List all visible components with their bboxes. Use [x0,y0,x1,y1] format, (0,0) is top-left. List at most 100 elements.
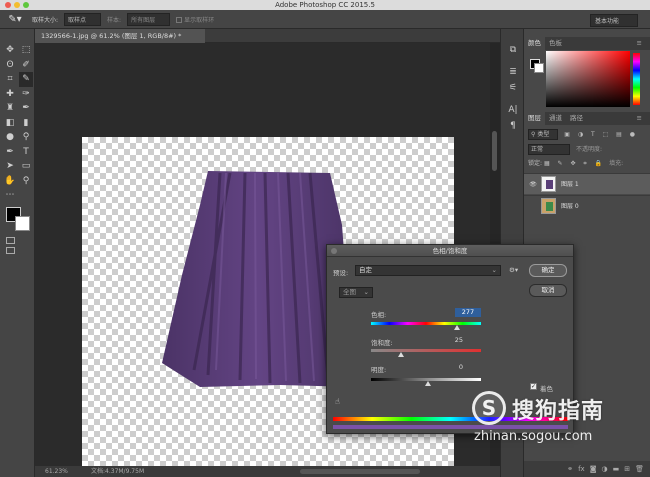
adjustment-layer-icon[interactable]: ◑ [602,465,608,473]
tool-options-bar: ✎▾ 取样大小: 取样点 样本: 所有图层 显示取样环 基本功能 [0,10,650,29]
layer-filter-icons[interactable]: ▣ ◑ T ⬚ ▤ ● [564,131,638,138]
horizontal-scroll-thumb[interactable] [300,469,420,474]
vertical-scroll-thumb[interactable] [492,131,497,171]
document-size-info[interactable]: 文档:4.37M/9.75M [91,466,144,477]
hue-slider-bar[interactable] [633,53,640,105]
clone-stamp-tool-icon[interactable]: ♜ [3,101,17,116]
pen-tool-icon[interactable]: ✒ [3,145,17,160]
crop-tool-icon[interactable]: ⌗ [3,72,17,87]
layer-row[interactable]: 👁 图层 1 [524,173,650,194]
preset-options-gear-icon[interactable]: ⚙▾ [509,266,518,274]
tab-swatches[interactable]: 色板 [545,37,566,50]
show-ring-checkbox[interactable] [176,17,183,23]
add-mask-icon[interactable]: ◙ [590,465,597,473]
lasso-tool-icon[interactable]: ʘ [3,58,17,73]
dialog-title: 色相/饱和度 [327,245,573,257]
layer-thumbnail[interactable] [541,198,556,214]
panel-background-swatch[interactable] [534,63,544,73]
layer-thumbnail[interactable] [541,176,556,192]
dodge-tool-icon[interactable]: ⚲ [19,130,33,145]
lock-row: 锁定: ▦ ✎ ✥ ⌗ 🔒 填充: [524,158,650,170]
more-tools-icon[interactable]: ⋯ [3,188,17,203]
hue-value-input[interactable]: 277 [455,308,481,317]
hand-tool-icon[interactable]: ✋ [3,174,17,189]
show-sampling-ring-option[interactable]: 显示取样环 [176,15,214,24]
sample-size-label: 取样大小: [32,16,59,24]
ok-button[interactable]: 确定 [529,264,567,277]
quick-select-tool-icon[interactable]: ✐ [19,58,33,73]
background-color-swatch[interactable] [15,216,30,231]
watermark-url: zhinan.sogou.com [474,429,593,444]
layers-menu-icon[interactable]: ≡ [633,112,646,125]
type-tool-icon[interactable]: T [19,145,33,160]
workspace-switcher[interactable]: 基本功能 [589,14,638,27]
saturation-value-input[interactable]: 25 [437,336,463,345]
fill-label: 填充: [609,160,624,167]
layer-style-icon[interactable]: fx [578,465,585,473]
character-panel-icon[interactable]: A| [505,103,521,117]
channel-dropdown[interactable]: 全图 ⌄ [339,287,373,298]
status-bar: 61.23% 文档:4.37M/9.75M [35,466,500,477]
blur-tool-icon[interactable]: ● [3,130,17,145]
gradient-tool-icon[interactable]: ▮ [19,116,33,131]
layer-row[interactable]: 图层 0 [524,195,650,216]
new-layer-icon[interactable]: ⊞ [624,465,630,473]
move-tool-icon[interactable]: ✥ [3,43,17,58]
sample-label: 样本: [107,16,122,24]
color-spectrum-field[interactable] [546,51,630,107]
layer-name[interactable]: 图层 0 [561,196,579,217]
tab-layers[interactable]: 图层 [524,112,545,125]
screen-mode-icon[interactable] [6,247,15,254]
zoom-level[interactable]: 61.23% [45,466,68,477]
lightness-value-input[interactable]: 0 [437,363,463,372]
shape-tool-icon[interactable]: ▭ [19,159,33,174]
tab-color[interactable]: 颜色 [524,37,545,50]
layer-filter-dropdown[interactable]: ⚲ 类型 [528,129,559,140]
eye-icon[interactable]: 👁 [528,174,538,195]
layers-panel-footer: ⚭ fx ◙ ◑ ▬ ⊞ 🗑 [524,461,650,477]
eyedropper-tool-preset-icon[interactable]: ✎▾ [4,12,26,26]
paragraph-panel-icon[interactable]: ¶ [505,119,521,133]
eyedropper-tool-icon[interactable]: ✎ [19,72,33,87]
marquee-tool-icon[interactable]: ⬚ [19,43,33,58]
zoom-tool-icon[interactable]: ⚲ [19,174,33,189]
tools-panel: ✥ ⬚ ʘ ✐ ⌗ ✎ ✚ ✑ ♜ ✒ ◧ ▮ ● ⚲ ✒ T ➤ ▭ ✋ ⚲ … [0,29,35,477]
blend-mode-dropdown[interactable]: 正常 [528,144,571,155]
history-brush-tool-icon[interactable]: ✒ [19,101,33,116]
sample-dropdown[interactable]: 所有图层 [127,12,171,26]
eraser-tool-icon[interactable]: ◧ [3,116,17,131]
quick-mask-icon[interactable] [6,237,15,244]
tab-channels[interactable]: 通道 [545,112,566,125]
saturation-slider-handle[interactable] [398,352,404,357]
lightness-slider-handle[interactable] [425,381,431,386]
hue-slider[interactable] [371,322,481,325]
preset-dropdown[interactable]: 自定 ⌄ [355,265,501,276]
layer-filter-row: ⚲ 类型 ▣ ◑ T ⬚ ▤ ● [524,129,650,141]
history-panel-icon[interactable]: ⧉ [505,43,521,57]
color-swatches[interactable] [6,207,32,233]
channel-value: 全图 [343,288,356,296]
document-tab[interactable]: 1329566-1.jpg @ 61.2% (图层 1, RGB/8#) * [35,29,205,43]
new-group-icon[interactable]: ▬ [613,465,620,473]
properties-panel-icon[interactable]: ≣ [505,65,521,79]
layer-name[interactable]: 图层 1 [561,174,579,195]
tab-paths[interactable]: 路径 [566,112,587,125]
target-adjust-hand-icon[interactable]: ☝ [335,397,340,406]
cancel-button[interactable]: 取消 [529,284,567,297]
lightness-label: 明度: [371,366,387,374]
sample-size-dropdown[interactable]: 取样点 [64,12,102,26]
saturation-slider[interactable] [371,349,481,352]
panel-menu-icon[interactable]: ≡ [633,37,646,50]
dialog-close-button[interactable] [331,248,337,254]
brush-tool-icon[interactable]: ✑ [19,87,33,102]
trash-icon[interactable]: 🗑 [635,465,644,473]
layer-filter-kind: 类型 [537,131,550,138]
window-titlebar: Adobe Photoshop CC 2015.5 [0,0,650,10]
link-layers-icon[interactable]: ⚭ [567,465,573,473]
adjustments-panel-icon[interactable]: ⚟ [505,81,521,95]
preset-label: 预设: [333,269,349,277]
path-select-tool-icon[interactable]: ➤ [3,159,17,174]
healing-brush-tool-icon[interactable]: ✚ [3,87,17,102]
hue-slider-handle[interactable] [454,325,460,330]
lock-icons[interactable]: ▦ ✎ ✥ ⌗ 🔒 [544,160,605,167]
